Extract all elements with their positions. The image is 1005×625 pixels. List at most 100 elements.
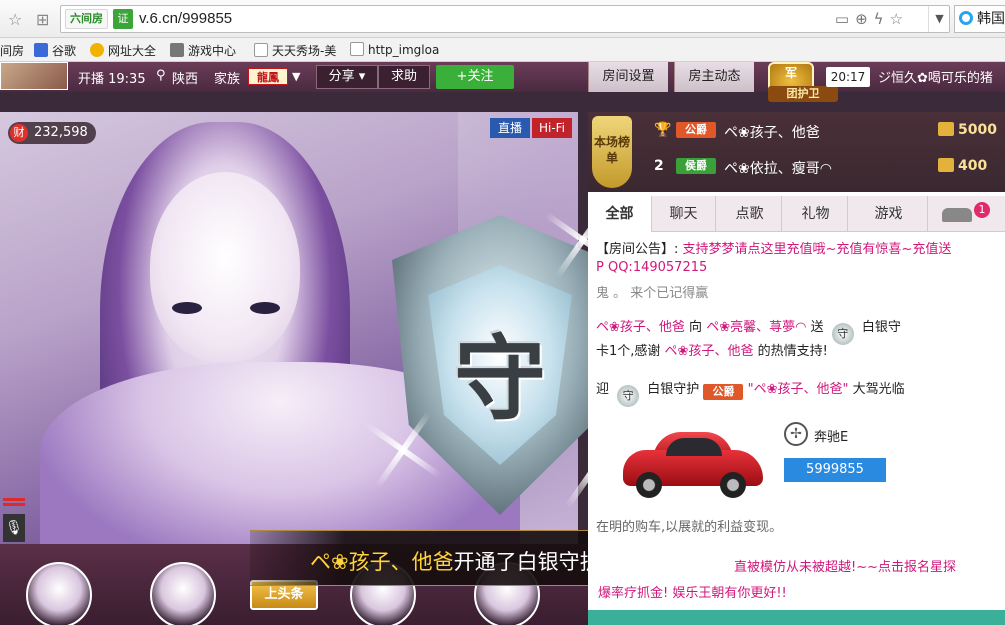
car-icon xyxy=(942,208,972,222)
site-nav-icon xyxy=(90,43,104,57)
help-button[interactable]: 求助 xyxy=(378,65,430,89)
bookmark-item[interactable]: 谷歌 xyxy=(34,42,76,59)
history-dropdown-icon[interactable]: ▼ xyxy=(928,6,950,32)
rank-amount: 5000 xyxy=(938,122,997,138)
room-settings-button[interactable]: 房间设置 xyxy=(588,62,668,92)
location-pin-icon: ⚲ xyxy=(156,68,166,83)
gift-target[interactable]: ペ❀亮馨、荨夢◠ xyxy=(706,320,806,335)
chat-tabs: 全部 聊天 点歌 礼物 游戏 1 xyxy=(588,196,1005,232)
star-icon[interactable]: ☆ xyxy=(8,10,22,29)
gift-line2-user[interactable]: ペ❀孩子、他爸 xyxy=(665,344,754,359)
marquee-text: ジ恒久✿喝可乐的猪 xyxy=(878,71,993,86)
follow-button[interactable]: +关注 xyxy=(436,65,514,89)
notice-text: ペ❀孩子、他爸开通了白银守护! xyxy=(310,546,609,576)
gift-item: 白银守 xyxy=(861,320,901,335)
car-number[interactable]: 5999855 xyxy=(784,458,886,482)
gift-send-word: 送 xyxy=(810,320,824,335)
guard-team-emblem[interactable]: 军 团护卫 xyxy=(768,62,838,102)
car-image xyxy=(618,420,768,498)
live-time: 开播 19:35 xyxy=(78,72,146,87)
rank-name: ペ❀孩子、他爸 xyxy=(724,125,820,141)
host-updates-button[interactable]: 房主动态 xyxy=(674,62,754,92)
room-rank-board: 本场榜单 🏆 公爵 ペ❀孩子、他爸 5000 2 侯爵 ペ❀依拉、瘦哥◠ 400 xyxy=(588,112,1005,192)
volume-icon[interactable] xyxy=(3,498,25,510)
announcement: 【房间公告】: 支持梦梦请点这里充值哦~充值有惊喜~充值送 xyxy=(596,238,951,257)
ticker-line2: 爆率疗抓金! 娱乐王朝有你更好!! xyxy=(598,586,787,601)
rank-level-badge: 公爵 xyxy=(676,122,716,138)
tab-all[interactable]: 全部 xyxy=(588,196,652,232)
family-badge[interactable]: 龍鳳 xyxy=(248,68,288,85)
guest-avatar[interactable] xyxy=(26,562,92,625)
rank-emblem: 本场榜单 xyxy=(592,116,632,188)
microphone-icon[interactable]: 🎙 xyxy=(3,514,25,542)
gift-line2-text: 卡1个,感谢 xyxy=(596,344,661,359)
tab-gifts[interactable]: 礼物 xyxy=(784,196,848,232)
coin-icon xyxy=(938,122,954,136)
gamepad-icon xyxy=(170,43,184,57)
site-badge: 六间房 xyxy=(65,9,108,29)
grid-icon[interactable]: ⊞ xyxy=(36,10,49,29)
level-badge: 公爵 xyxy=(703,384,744,400)
page-icon xyxy=(254,43,268,57)
chat-line: 在明的购车,以展就的利益变现。 xyxy=(596,520,783,535)
rank-row[interactable]: 🏆 公爵 ペ❀孩子、他爸 5000 xyxy=(648,116,1004,146)
streamer-face xyxy=(150,172,300,362)
search-icon xyxy=(959,11,973,25)
family-dropdown-icon[interactable]: ▼ xyxy=(292,70,300,83)
room-header-bar: 开播 19:35 ⚲ 陕西 家族 龍鳳 ▼ 分享 ▾ 求助 +关注 房间设置 房… xyxy=(0,62,1005,102)
tab-chat[interactable]: 聊天 xyxy=(652,196,716,232)
welcome-guard: 白银守护 xyxy=(647,382,700,397)
chat-input-strip[interactable] xyxy=(588,610,1005,625)
streamer-eye xyxy=(250,302,280,314)
location: 陕西 xyxy=(172,72,199,87)
announce-label: 【房间公告】: xyxy=(596,242,679,257)
mercedes-logo-icon: ✢ xyxy=(784,422,808,446)
announce-line2: P QQ:149057215 xyxy=(596,260,708,275)
gift-to-word: 向 xyxy=(689,320,703,335)
host-avatar[interactable] xyxy=(0,62,68,90)
url-text[interactable]: v.6.cn/999855 xyxy=(139,10,232,27)
silver-guard-icon: 守 xyxy=(831,323,854,345)
bookmark-item[interactable]: 天天秀场-美 xyxy=(254,42,336,59)
announce-text[interactable]: 支持梦梦请点这里充值哦~充值有惊喜~充值送 xyxy=(683,242,952,257)
notice-rest: 开通了白银守护! xyxy=(453,550,610,574)
tab-songs[interactable]: 点歌 xyxy=(718,196,782,232)
family-label: 家族 xyxy=(214,72,241,87)
share-button[interactable]: 分享 ▾ xyxy=(316,65,378,89)
bookmark-item[interactable]: 游戏中心 xyxy=(170,42,236,59)
announcement-ticker[interactable]: 直被模仿从未被超越!~~点击报名星探 爆率疗抓金! 娱乐王朝有你更好!! xyxy=(588,548,1005,608)
search-input[interactable]: 韩国 xyxy=(954,5,1005,33)
rank-row[interactable]: 2 侯爵 ペ❀依拉、瘦哥◠ 400 xyxy=(648,152,1004,182)
cert-icon: 证 xyxy=(113,9,133,29)
page-icon xyxy=(350,42,364,56)
bookmarks-bar: 间房 谷歌 网址大全 游戏中心 天天秀场-美 http_imgloa xyxy=(0,38,1005,62)
ticker-line1: 直被模仿从未被超越!~~点击报名星探 xyxy=(734,560,956,575)
coin-icon xyxy=(938,158,954,172)
streamer-eye xyxy=(172,302,202,314)
google-icon xyxy=(34,43,48,57)
car-card: ✢ 奔驰E 5999855 xyxy=(618,420,938,500)
coin-count: 232,598 xyxy=(34,125,88,140)
rank-level-badge: 侯爵 xyxy=(676,158,716,174)
notice-user: ペ❀孩子、他爸 xyxy=(310,550,454,574)
welcome-message: 迎 守 白银守护 公爵 "ペ❀孩子、他爸" 大驾光临 xyxy=(596,378,905,407)
tab-car[interactable]: 1 xyxy=(928,196,1005,232)
welcome-user[interactable]: "ペ❀孩子、他爸" xyxy=(748,382,849,397)
guard-team-label: 团护卫 xyxy=(768,86,838,102)
bookmark-item[interactable]: http_imgloa xyxy=(350,42,439,57)
car-name: 奔驰E xyxy=(814,430,849,445)
welcome-text: 迎 xyxy=(596,382,610,397)
coin-icon: 财 xyxy=(10,124,28,142)
guest-avatar[interactable] xyxy=(150,562,216,625)
gift-user[interactable]: ペ❀孩子、他爸 xyxy=(596,320,685,335)
gift-message-line2: 卡1个,感谢 ペ❀孩子、他爸 的热情支持! xyxy=(596,340,828,359)
bookmark-item[interactable]: 间房 xyxy=(0,42,24,59)
url-box[interactable]: 六间房 证 v.6.cn/999855 ▭⊕ϟ☆ xyxy=(60,5,950,33)
browser-address-bar: ☆ ⊞ 六间房 证 v.6.cn/999855 ▭⊕ϟ☆ ▼ 韩国 xyxy=(0,0,1005,38)
hifi-tag[interactable]: Hi-Fi xyxy=(532,118,572,138)
tab-games[interactable]: 游戏 xyxy=(850,196,928,232)
trophy-icon: 🏆 xyxy=(654,122,672,138)
bookmark-item[interactable]: 网址大全 xyxy=(90,42,156,59)
live-tag[interactable]: 直播 xyxy=(490,118,530,138)
url-tools-icon[interactable]: ▭⊕ϟ☆ xyxy=(835,10,909,28)
